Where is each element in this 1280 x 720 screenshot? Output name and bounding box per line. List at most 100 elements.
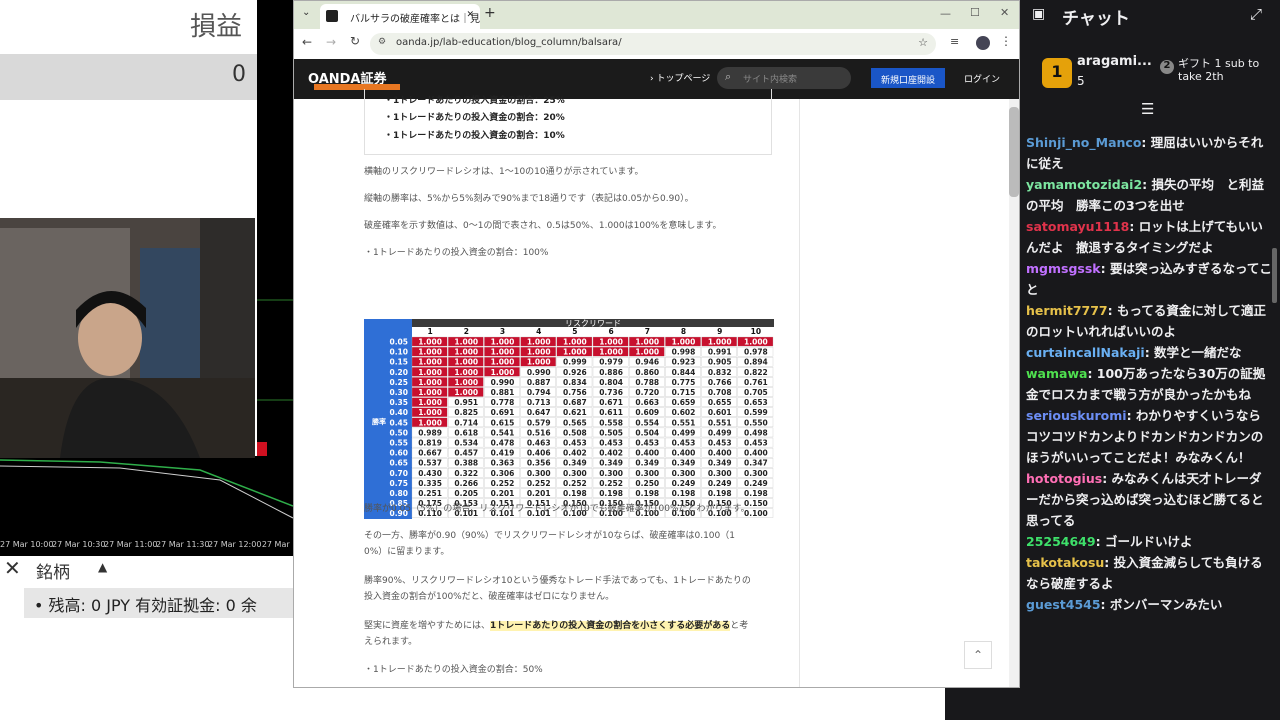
site-info-icon[interactable]: ⚙: [378, 37, 386, 47]
cell-value: 0.406: [527, 449, 551, 458]
back-to-top-button[interactable]: ⌃: [964, 641, 992, 669]
cell-value: 0.300: [635, 469, 659, 478]
chat-text: : 数学と一緒だな: [1144, 345, 1242, 360]
cell-value: 1.000: [491, 348, 515, 357]
paragraph: 勝率が0.05（5%）の場合、リスクリワードレシオが10でも破産確率が100%だ…: [364, 504, 750, 514]
chat-username[interactable]: takotakosu: [1026, 555, 1104, 570]
login-link[interactable]: ログイン: [964, 72, 1000, 85]
cell-value: 0.322: [454, 469, 478, 478]
site-search-input[interactable]: ⌕ サイト内検索: [717, 67, 851, 89]
bookmark-star-icon[interactable]: ☆: [918, 36, 928, 49]
balance-summary: • 残高: 0 JPY 有効証拠金: 0 余: [24, 588, 293, 618]
rank-badge: 1: [1042, 58, 1072, 88]
chat-scrollbar[interactable]: [1272, 248, 1277, 303]
url-bar[interactable]: ⚙ oanda.jp/lab-education/blog_column/bal…: [370, 33, 936, 55]
address-row: ← → ↻ ⚙ oanda.jp/lab-education/blog_colu…: [294, 29, 1019, 59]
browser-menu-icon[interactable]: ⋮: [1000, 34, 1012, 48]
tab-list-icon[interactable]: ⌄: [302, 7, 310, 18]
cell-value: 0.663: [635, 398, 659, 407]
gift-text: ギフト 1 sub to take 2th: [1178, 57, 1260, 83]
popout-icon[interactable]: ⤢: [1250, 5, 1262, 23]
collapse-icon[interactable]: ☰: [1141, 100, 1154, 118]
cell-value: 0.453: [563, 439, 587, 448]
symbol-column-header[interactable]: 銘柄: [36, 558, 70, 583]
web-page: OANDA証券 › トップページ ⌕ サイト内検索 新規口座開設 ログイン ・1…: [294, 59, 1019, 687]
cell-value: 0.349: [708, 459, 732, 468]
text-segment: 堅実に資産を増やすためには、: [364, 621, 491, 631]
cell-value: 0.550: [744, 418, 768, 427]
chat-username[interactable]: satomayu1118: [1026, 219, 1129, 234]
scrollbar-thumb[interactable]: [1009, 107, 1019, 197]
maximize-button[interactable]: ☐: [970, 6, 980, 19]
gift-leaderboard[interactable]: 1 aragami... 5 2 ギフト 1 sub to take 2th: [1020, 50, 1280, 95]
cell-value: 0.990: [527, 368, 551, 377]
cell-value: 1.000: [454, 368, 478, 377]
browser-tab[interactable]: バルサラの破産確率とは｜見方や ✕: [320, 4, 480, 29]
pl-row[interactable]: 0: [0, 54, 260, 100]
paragraph: ・1トレードあたりの投入資金の割合：50%: [364, 665, 543, 675]
article-body: ・1トレードあたりの投入資金の割合：25% ・1トレードあたりの投入資金の割合：…: [364, 89, 774, 687]
column-header: 7: [645, 327, 650, 336]
paragraph: 0%）に留まります。: [364, 547, 450, 557]
extensions-icon[interactable]: ≡: [950, 35, 959, 48]
chat-username[interactable]: mgmsgssk: [1026, 261, 1101, 276]
back-icon[interactable]: ←: [302, 35, 312, 49]
column-header: 3: [500, 327, 505, 336]
cell-value: 0.349: [635, 459, 659, 468]
row-header: 0.50: [389, 428, 408, 437]
cell-value: 0.609: [635, 408, 659, 417]
chat-username[interactable]: Shinji_no_Manco: [1026, 135, 1141, 150]
cell-value: 1.000: [418, 378, 442, 387]
cell-value: 0.991: [708, 348, 732, 357]
profile-avatar-icon[interactable]: [976, 36, 990, 50]
chat-username[interactable]: guest4545: [1026, 597, 1101, 612]
forward-icon[interactable]: →: [326, 35, 336, 49]
sort-asc-icon[interactable]: ▲: [98, 560, 107, 574]
list-item: ・1トレードあたりの投入資金の割合：20%: [384, 113, 565, 123]
row-header: 0.70: [389, 469, 408, 478]
cell-value: 0.419: [491, 449, 515, 458]
close-icon[interactable]: ✕: [4, 556, 21, 580]
cell-value: 0.430: [418, 469, 442, 478]
chat-header: ▣ チャット ⤢: [1020, 0, 1280, 30]
chat-message: seriouskuromi: わかりやすくいうならコツコツドカンよりドカンドカン…: [1026, 405, 1272, 468]
row-header: 0.10: [389, 348, 408, 357]
cell-value: 0.252: [599, 479, 623, 488]
chat-username[interactable]: wamawa: [1026, 366, 1087, 381]
paragraph: えられます。: [364, 637, 418, 647]
chat-text: : ゴールドいけよ: [1095, 534, 1193, 549]
cell-value: 0.463: [527, 439, 551, 448]
chat-username[interactable]: 25254649: [1026, 534, 1096, 549]
page-scrollbar[interactable]: [1009, 99, 1019, 687]
cell-value: 0.579: [527, 418, 551, 427]
column-header: 10: [751, 327, 761, 336]
chat-username[interactable]: hototogius: [1026, 471, 1102, 486]
chat-username[interactable]: hermit7777: [1026, 303, 1108, 318]
cell-value: 0.886: [599, 368, 623, 377]
cell-value: 0.457: [454, 449, 478, 458]
cell-value: 1.000: [418, 398, 442, 407]
chat-username[interactable]: yamamotozidai2: [1026, 177, 1142, 192]
close-window-button[interactable]: ✕: [1000, 6, 1009, 19]
cell-value: 0.453: [708, 439, 732, 448]
chat-text: : ボンバーマンみたい: [1100, 597, 1223, 612]
chat-message: hermit7777: もってる資金に対して適正のロットいれればいいのよ: [1026, 300, 1272, 342]
tab-close-icon[interactable]: ✕: [466, 10, 474, 20]
chat-username[interactable]: curtaincallNakaji: [1026, 345, 1145, 360]
chat-username[interactable]: seriouskuromi: [1026, 408, 1127, 423]
new-tab-button[interactable]: +: [484, 5, 496, 21]
paragraph: その一方、勝率が0.90（90%）でリスクリワードレシオが10ならば、破産確率は…: [364, 531, 735, 541]
cell-value: 1.000: [563, 348, 587, 357]
cell-value: 1.000: [418, 348, 442, 357]
open-account-button[interactable]: 新規口座開設: [871, 68, 945, 88]
cell-value: 0.551: [672, 418, 696, 427]
gift-rank-badge: 2: [1160, 60, 1174, 74]
tab-bar: ⌄ バルサラの破産確率とは｜見方や ✕ + — ☐ ✕: [294, 1, 1019, 29]
list-item: ・1トレードあたりの投入資金の割合：25%: [384, 96, 565, 106]
minimize-button[interactable]: —: [940, 7, 951, 20]
nav-top-page[interactable]: › トップページ: [650, 71, 710, 84]
cell-value: 0.349: [599, 459, 623, 468]
cell-value: 1.000: [418, 338, 442, 347]
cell-value: 0.498: [744, 428, 768, 437]
reload-icon[interactable]: ↻: [350, 34, 360, 48]
